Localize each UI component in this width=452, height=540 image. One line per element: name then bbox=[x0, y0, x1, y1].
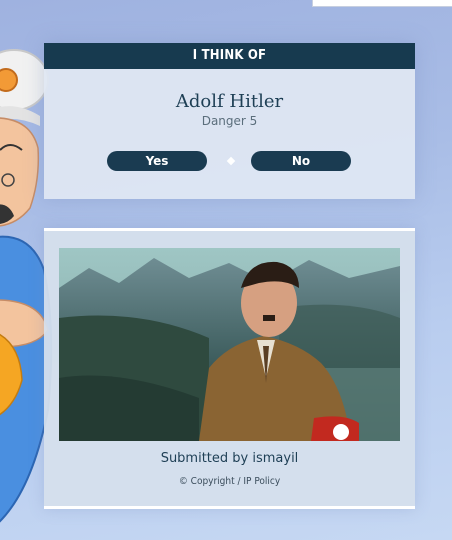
top-panel-edge bbox=[312, 0, 452, 7]
guess-header: I THINK OF bbox=[44, 43, 415, 69]
separator-diamond-icon bbox=[226, 156, 236, 166]
no-button[interactable]: No bbox=[251, 151, 351, 171]
copyright-link[interactable]: © Copyright bbox=[179, 476, 235, 487]
result-card: Submitted by ismayil © Copyright / IP Po… bbox=[44, 228, 415, 509]
copyright-line: © Copyright / IP Policy bbox=[44, 476, 415, 487]
answer-buttons: Yes No bbox=[44, 151, 415, 171]
guess-card: I THINK OF Adolf Hitler Danger 5 Yes No bbox=[44, 43, 415, 199]
ip-policy-link[interactable]: IP Policy bbox=[243, 476, 280, 487]
character-photo bbox=[59, 248, 400, 441]
submitted-by-text: Submitted by ismayil bbox=[160, 451, 299, 466]
guess-answer-name: Adolf Hitler bbox=[175, 91, 284, 112]
guess-answer-detail: Danger 5 bbox=[201, 114, 258, 128]
yes-button[interactable]: Yes bbox=[107, 151, 207, 171]
